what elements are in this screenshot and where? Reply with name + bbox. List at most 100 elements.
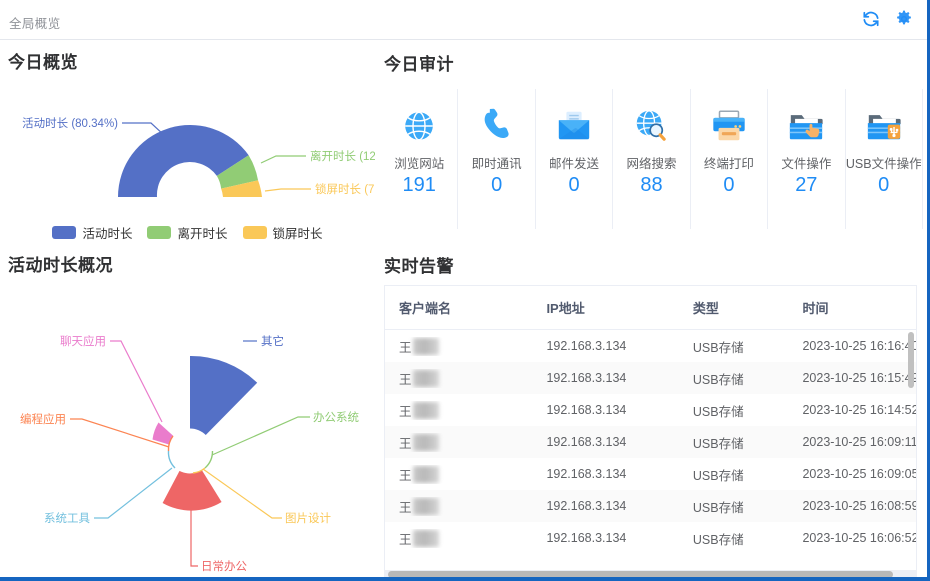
panel-title-realtime-alarm: 实时告警 (384, 257, 454, 276)
audit-card-value: 0 (491, 174, 503, 196)
table-row[interactable]: 王 192.168.3.134 USB存储 2023-10-25 16:06:5… (385, 522, 916, 552)
alarm-table-header: 客户端名 IP地址 类型 时间 (385, 286, 916, 330)
rose-chart[interactable]: 其它 办公系统 图片设计 日常办公 系统工具 编程应用 聊天应用 (0, 275, 375, 575)
cell-client-name: 王 (385, 465, 532, 484)
legend-item-lock[interactable]: 锁屏时长 (242, 223, 323, 242)
audit-card-label: USB文件操作 (845, 157, 922, 171)
cell-ip-address: 192.168.3.134 (546, 371, 627, 385)
cell-time: 2023-10-25 16:08:59 (802, 499, 916, 513)
audit-card-value: 88 (640, 174, 663, 196)
rose-label-chat: 聊天应用 (60, 334, 106, 348)
redacted-client-name: 王 (399, 369, 439, 388)
legend-swatch-away (147, 226, 172, 239)
cell-type: USB存储 (692, 468, 744, 483)
scrollbar-thumb[interactable] (388, 571, 893, 577)
audit-card-value: 0 (723, 174, 735, 196)
envelope-icon (555, 107, 593, 145)
audit-card-label: 文件操作 (781, 157, 832, 171)
column-header-type[interactable]: 类型 (679, 298, 789, 317)
table-row[interactable]: 王 192.168.3.134 USB存储 2023-10-25 16:08:5… (385, 490, 916, 522)
cell-ip-address: 192.168.3.134 (546, 499, 627, 513)
table-horizontal-scrollbar[interactable] (384, 570, 917, 577)
folder-hand-icon (787, 107, 825, 145)
panel-title-today-audit: 今日审计 (384, 55, 454, 74)
panel-realtime-alarm: 实时告警 客户端名 IP地址 类型 时间 王 192.168.3.134 USB… (375, 240, 927, 577)
legend-item-away[interactable]: 离开时长 (147, 223, 228, 242)
cell-ip-address: 192.168.3.134 (546, 403, 627, 417)
donut-label-lock: 锁屏时长 (7.44%) (315, 182, 375, 196)
legend-label-active: 活动时长 (82, 227, 133, 241)
column-header-client-name[interactable]: 客户端名 (385, 298, 532, 317)
audit-card-value: 27 (795, 174, 818, 196)
dashboard-page: 全局概览 今日概览 活动时长 (80.34%) 离开时长 (12 锁屏时长 (7… (0, 0, 930, 581)
column-header-time[interactable]: 时间 (788, 298, 916, 317)
cell-type: USB存储 (692, 340, 744, 355)
cell-client-name: 王 (385, 401, 532, 420)
cell-type: USB存储 (692, 500, 744, 515)
panel-today-audit: 今日审计 浏览网站 191 即时通讯 0 邮件发送 0 网络搜索 88 终端打印… (375, 41, 927, 240)
redacted-client-name: 王 (399, 465, 439, 484)
panel-title-activity-duration: 活动时长概况 (8, 256, 113, 275)
cell-client-name: 王 (385, 337, 532, 356)
legend-item-active[interactable]: 活动时长 (52, 223, 132, 242)
donut-legend: 活动时长 离开时长 锁屏时长 (0, 223, 375, 242)
globe-search-icon (632, 107, 670, 145)
cell-client-name: 王 (385, 497, 532, 516)
audit-card-terminal-print[interactable]: 终端打印 0 (689, 89, 767, 229)
cell-client-name: 王 (385, 369, 532, 388)
cell-ip-address: 192.168.3.134 (546, 467, 627, 481)
legend-label-lock: 锁屏时长 (272, 227, 323, 241)
audit-card-usb-file-operation[interactable]: USB文件操作 0 (844, 89, 923, 229)
legend-swatch-lock (242, 226, 267, 239)
cell-time: 2023-10-25 16:16:40 (802, 339, 916, 353)
legend-label-away: 离开时长 (177, 227, 228, 241)
refresh-icon[interactable] (861, 9, 881, 29)
cell-time: 2023-10-25 16:09:05 (802, 467, 916, 481)
column-header-ip-address[interactable]: IP地址 (532, 298, 678, 317)
audit-card-file-operation[interactable]: 文件操作 27 (767, 89, 844, 229)
audit-card-value: 0 (878, 174, 890, 196)
folder-usb-icon (865, 107, 903, 145)
table-row[interactable]: 王 192.168.3.134 USB存储 2023-10-25 16:16:4… (385, 330, 916, 362)
alarm-table-body: 王 192.168.3.134 USB存储 2023-10-25 16:16:4… (385, 330, 916, 552)
audit-card-browse-website[interactable]: 浏览网站 191 (381, 89, 457, 229)
cell-ip-address: 192.168.3.134 (546, 531, 627, 545)
cell-type: USB存储 (692, 532, 744, 547)
table-row[interactable]: 王 192.168.3.134 USB存储 2023-10-25 16:09:0… (385, 458, 916, 490)
half-donut-chart[interactable]: 活动时长 (80.34%) 离开时长 (12.22%) 锁屏时长 (7.44%)… (0, 79, 375, 242)
redacted-client-name: 王 (399, 401, 439, 420)
audit-card-mail-send[interactable]: 邮件发送 0 (534, 89, 612, 229)
page-title: 全局概览 (9, 17, 61, 31)
cell-time: 2023-10-25 16:06:52 (802, 531, 916, 545)
audit-card-list: 浏览网站 191 即时通讯 0 邮件发送 0 网络搜索 88 终端打印 0 文件… (381, 89, 923, 229)
audit-card-label: 浏览网站 (394, 157, 445, 171)
cell-time: 2023-10-25 16:09:11 (802, 435, 916, 449)
printer-icon (710, 107, 748, 145)
top-bar-actions (861, 9, 914, 29)
redacted-client-name: 王 (399, 433, 439, 452)
audit-card-label: 邮件发送 (549, 157, 600, 171)
cell-time: 2023-10-25 16:14:52 (802, 403, 916, 417)
redacted-client-name: 王 (399, 337, 439, 356)
table-row[interactable]: 王 192.168.3.134 USB存储 2023-10-25 16:09:1… (385, 426, 916, 458)
redacted-client-name: 王 (399, 497, 439, 516)
rose-label-programming: 编程应用 (20, 412, 66, 426)
rose-label-daily-office: 日常办公 (201, 559, 247, 573)
donut-label-away: 离开时长 (12.22%) (310, 149, 375, 163)
table-vertical-scrollbar[interactable] (908, 332, 914, 388)
legend-swatch-active (52, 226, 77, 239)
cell-type: USB存储 (692, 436, 744, 451)
alarm-table: 客户端名 IP地址 类型 时间 王 192.168.3.134 USB存储 20… (384, 285, 917, 570)
panel-activity-duration: 活动时长概况 其它 办公系统 图片设计 日常办公 系统工具 编程应用 聊天应用 (0, 241, 375, 577)
top-bar: 全局概览 (0, 0, 927, 40)
gear-icon[interactable] (894, 9, 914, 29)
rose-label-image-design: 图片设计 (285, 512, 331, 525)
rose-label-other: 其它 (261, 334, 284, 348)
globe-icon (400, 107, 438, 145)
table-row[interactable]: 王 192.168.3.134 USB存储 2023-10-25 16:14:5… (385, 394, 916, 426)
audit-card-web-search[interactable]: 网络搜索 88 (612, 89, 689, 229)
table-row[interactable]: 王 192.168.3.134 USB存储 2023-10-25 16:15:4… (385, 362, 916, 394)
audit-card-value: 191 (402, 174, 436, 196)
cell-ip-address: 192.168.3.134 (546, 339, 627, 353)
audit-card-instant-message[interactable]: 即时通讯 0 (457, 89, 534, 229)
